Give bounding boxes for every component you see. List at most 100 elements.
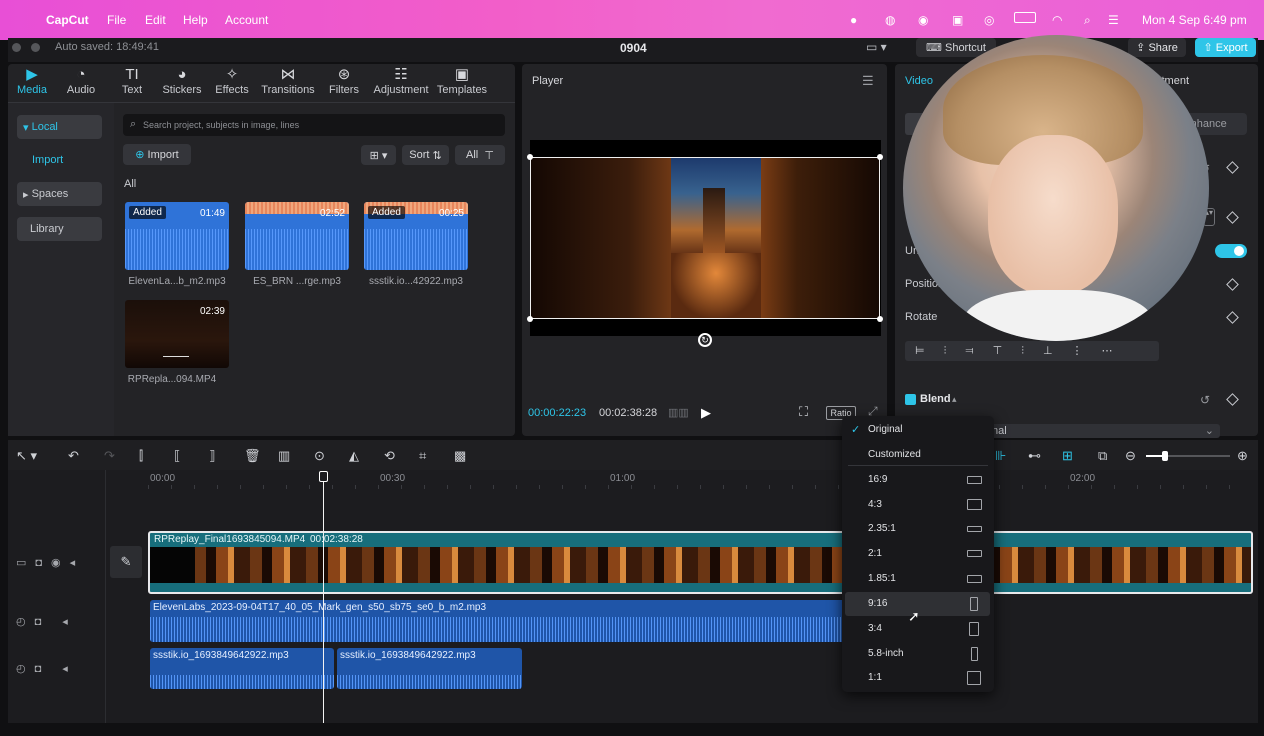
playhead-handle[interactable]: [319, 471, 328, 482]
speed-icon[interactable]: ⊙: [314, 448, 325, 464]
tab-adjustment[interactable]: ☷ Adjustment: [371, 66, 431, 96]
status-icon-1[interactable]: ◍: [885, 13, 895, 27]
snap-icon[interactable]: ⊞: [1062, 448, 1073, 464]
uniform-scale-toggle[interactable]: [1215, 244, 1247, 258]
tab-filters[interactable]: ⊛ Filters: [314, 66, 374, 96]
media-item-audio-2[interactable]: 02:52: [245, 202, 349, 270]
audio-track-controls[interactable]: ◴◘ ◂: [16, 615, 77, 628]
freeze-icon[interactable]: ▥: [278, 448, 290, 464]
mirror-icon[interactable]: ◭: [349, 448, 359, 464]
redo-icon[interactable]: ↷: [104, 448, 115, 464]
delete-icon[interactable]: 🗑: [244, 448, 261, 464]
ratio-option-original[interactable]: ✓ Original: [845, 418, 990, 442]
media-item-video[interactable]: 02:39: [125, 300, 229, 368]
align-toolbar[interactable]: ⊨⫶⫤⊤⫶⊥⋮⋯: [905, 341, 1159, 361]
resize-handle[interactable]: [527, 154, 533, 160]
menu-app-name[interactable]: CapCut: [46, 13, 89, 27]
video-track-controls[interactable]: ▭◘◉◂: [16, 556, 84, 569]
playhead[interactable]: [323, 478, 324, 723]
status-icon-3[interactable]: ▣: [952, 13, 963, 27]
rotate-handle-icon[interactable]: ↻: [698, 333, 712, 347]
blend-mode-select[interactable]: nal ⌄: [990, 424, 1220, 438]
view-mode-button[interactable]: ⊞ ▾: [361, 145, 396, 165]
player-menu-icon[interactable]: ☰: [862, 73, 874, 89]
split-right-icon[interactable]: ⟧: [209, 448, 215, 464]
zoom-slider[interactable]: [1146, 451, 1230, 461]
import-button[interactable]: ⊕ Import: [123, 144, 191, 165]
resize-handle[interactable]: [877, 154, 883, 160]
search-icon[interactable]: ⌕: [1084, 13, 1091, 28]
media-item-audio-3[interactable]: Added 00:25: [364, 202, 468, 270]
battery-icon[interactable]: [1014, 12, 1036, 23]
zoom-slider-thumb[interactable]: [1162, 451, 1168, 461]
ratio-option-1-1[interactable]: 1:1: [845, 666, 990, 690]
undo-icon[interactable]: ↶: [68, 448, 79, 464]
transitions-icon: ⋈: [280, 66, 296, 83]
ratio-option-4-3[interactable]: 4:3: [845, 493, 990, 517]
reset-icon[interactable]: ↺: [1200, 393, 1210, 407]
magnet-icon[interactable]: ⊪: [995, 448, 1006, 464]
audio-clip[interactable]: ElevenLabs_2023-09-04T17_40_05_Mark_gen_…: [150, 600, 845, 642]
caret-up-icon[interactable]: ▴: [952, 394, 957, 405]
ratio-crop-icon[interactable]: ▩: [454, 448, 466, 464]
video-clip[interactable]: RPReplay_Final1693845094.MP4 00:02:38:28: [148, 531, 1253, 594]
zoom-in-icon[interactable]: ⊕: [1237, 448, 1248, 464]
share-button[interactable]: ⇪ Share: [1128, 38, 1186, 57]
macos-menu-bar: CapCut File Edit Help Account ● ◍ ◉ ▣ ◎ …: [0, 0, 1264, 40]
tab-video[interactable]: Video: [905, 75, 933, 87]
tab-transitions[interactable]: ⋈ Transitions: [258, 66, 318, 96]
rotate-icon[interactable]: ⟲: [384, 448, 395, 464]
ratio-option-customized[interactable]: Customized: [845, 443, 990, 467]
video-frame[interactable]: [530, 157, 880, 319]
user-icon[interactable]: ◎: [984, 13, 994, 27]
resize-handle[interactable]: [877, 316, 883, 322]
menu-help[interactable]: Help: [183, 13, 208, 27]
link-icon[interactable]: ⊷: [1028, 448, 1041, 464]
wifi-icon[interactable]: ◠: [1052, 13, 1062, 27]
tab-templates[interactable]: ▣ Templates: [432, 66, 492, 96]
sidebar-item-spaces[interactable]: ▸ Spaces: [17, 182, 102, 206]
sidebar-item-local[interactable]: ▾ Local: [17, 115, 102, 139]
cover-edit-icon[interactable]: ✎: [110, 546, 142, 578]
layout-icon[interactable]: ▭ ▾: [866, 40, 887, 54]
resize-handle[interactable]: [527, 316, 533, 322]
status-icon-2[interactable]: ◉: [918, 13, 928, 27]
ratio-option-2-35-1[interactable]: 2.35:1: [845, 517, 990, 541]
menu-file[interactable]: File: [107, 13, 126, 27]
timecode-format-icon[interactable]: ▥▥: [668, 406, 689, 419]
blend-checkbox[interactable]: [905, 394, 916, 405]
preview-axis-icon[interactable]: ⧉: [1098, 448, 1107, 464]
select-tool-icon[interactable]: ↖ ▾: [16, 448, 37, 464]
ratio-shape-icon: [967, 671, 981, 685]
window-close-button[interactable]: [12, 43, 21, 52]
split-icon[interactable]: ⫿: [139, 448, 143, 464]
media-search[interactable]: ⌕ Search project, subjects in image, lin…: [123, 114, 505, 136]
ratio-option-5-8-inch[interactable]: 5.8-inch: [845, 642, 990, 666]
menu-edit[interactable]: Edit: [145, 13, 166, 27]
media-item-audio-1[interactable]: Added 01:49: [125, 202, 229, 270]
ratio-option-2-1[interactable]: 2:1: [845, 542, 990, 566]
sort-button[interactable]: Sort ⇅: [402, 145, 449, 165]
ratio-option-16-9[interactable]: 16:9: [845, 468, 990, 492]
window-minimize-button[interactable]: [31, 43, 40, 52]
menu-account[interactable]: Account: [225, 13, 268, 27]
project-title: 0904: [620, 41, 647, 55]
ratio-shape-icon: [971, 647, 978, 661]
audio-clip[interactable]: ssstik.io_1693849642922.mp3: [337, 648, 522, 689]
control-center-icon[interactable]: ☰: [1108, 13, 1119, 27]
export-button[interactable]: ⇧ Export: [1195, 38, 1256, 57]
audio-track-controls[interactable]: ◴◘ ◂: [16, 662, 77, 675]
sidebar-item-import[interactable]: Import: [32, 154, 63, 166]
fit-screen-icon[interactable]: ⛶: [799, 404, 808, 420]
filter-all-button[interactable]: All ⊤: [455, 145, 505, 165]
crop-icon[interactable]: ⌗: [419, 448, 426, 464]
audio-clip[interactable]: ssstik.io_1693849642922.mp3: [150, 648, 334, 689]
play-icon[interactable]: ▶: [701, 405, 711, 421]
waveform: [150, 674, 334, 689]
zoom-out-icon[interactable]: ⊖: [1125, 448, 1136, 464]
ratio-option-1-85-1[interactable]: 1.85:1: [845, 567, 990, 591]
tab-effects[interactable]: ✧ Effects: [202, 66, 262, 96]
record-icon[interactable]: ●: [850, 13, 857, 27]
sidebar-item-library[interactable]: Library: [17, 217, 102, 241]
split-left-icon[interactable]: ⟦: [174, 448, 180, 464]
